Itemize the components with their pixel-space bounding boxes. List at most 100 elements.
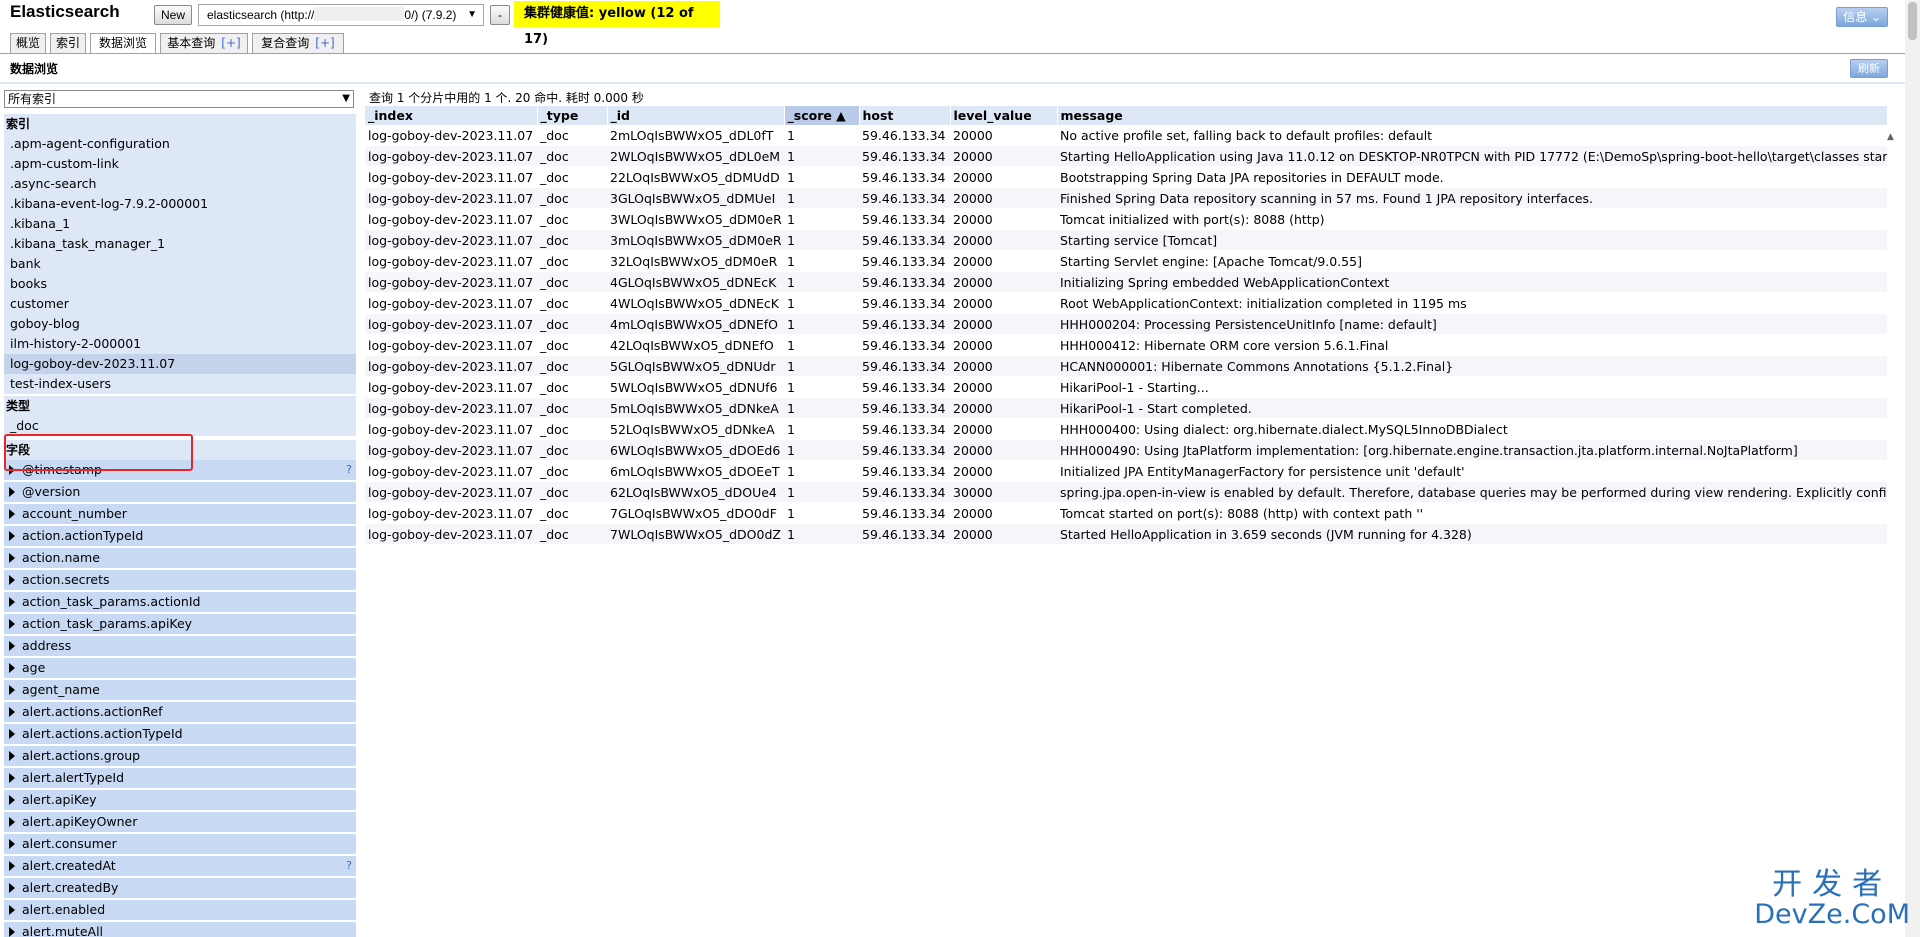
table-row[interactable]: log-goboy-dev-2023.11.07 _doc 6WLOqIsBWWxO… bbox=[365, 439, 1887, 461]
table-row[interactable]: log-goboy-dev-2023.11.07 _doc 4mLOqIsBWWxO… bbox=[365, 313, 1887, 335]
table-row[interactable]: log-goboy-dev-2023.11.07 _doc 5mLOqIsBWWxO… bbox=[365, 397, 1887, 419]
field-item[interactable]: action.secrets bbox=[4, 570, 356, 590]
expand-triangle-icon[interactable] bbox=[9, 641, 15, 651]
connection-select[interactable]: elasticsearch (http:// 0/) (7.9.2) ▼ bbox=[198, 4, 484, 26]
field-item[interactable]: alert.createdAt? bbox=[4, 856, 356, 876]
page-scrollbar[interactable] bbox=[1905, 0, 1920, 937]
expand-triangle-icon[interactable] bbox=[9, 619, 15, 629]
column-header-id[interactable]: _id bbox=[607, 106, 785, 125]
index-item[interactable]: .kibana_1 bbox=[4, 214, 356, 234]
field-item[interactable]: alert.muteAll bbox=[4, 922, 356, 937]
table-row[interactable]: log-goboy-dev-2023.11.07 _doc 42LOqIsBWWxO… bbox=[365, 334, 1887, 356]
expand-triangle-icon[interactable] bbox=[9, 487, 15, 497]
field-item[interactable]: alert.alertTypeId bbox=[4, 768, 356, 788]
field-item[interactable]: alert.apiKeyOwner bbox=[4, 812, 356, 832]
index-item[interactable]: goboy-blog bbox=[4, 314, 356, 334]
field-item[interactable]: alert.actions.actionRef bbox=[4, 702, 356, 722]
info-menu-button[interactable]: 信息 ⌄ bbox=[1836, 7, 1888, 27]
tab-compound-query[interactable]: 复合查询 [+] bbox=[252, 33, 344, 53]
field-item[interactable]: agent_name bbox=[4, 680, 356, 700]
new-connection-button[interactable]: New bbox=[154, 5, 192, 25]
table-row[interactable]: log-goboy-dev-2023.11.07 _doc 3mLOqIsBWWxO… bbox=[365, 229, 1887, 251]
field-item[interactable]: action.actionTypeId bbox=[4, 526, 356, 546]
index-item[interactable]: .kibana-event-log-7.9.2-000001 bbox=[4, 194, 356, 214]
table-row[interactable]: log-goboy-dev-2023.11.07 _doc 7WLOqIsBWWxO… bbox=[365, 523, 1887, 545]
field-item[interactable]: alert.consumer bbox=[4, 834, 356, 854]
column-header-level-value[interactable]: level_value bbox=[950, 106, 1058, 125]
expand-triangle-icon[interactable] bbox=[9, 663, 15, 673]
field-item[interactable]: alert.enabled bbox=[4, 900, 356, 920]
expand-triangle-icon[interactable] bbox=[9, 795, 15, 805]
table-row[interactable]: log-goboy-dev-2023.11.07 _doc 5GLOqIsBWWxO… bbox=[365, 355, 1887, 377]
expand-triangle-icon[interactable] bbox=[9, 685, 15, 695]
help-icon[interactable]: ? bbox=[346, 460, 352, 480]
table-scrollbar[interactable]: ▲ bbox=[1887, 128, 1899, 548]
expand-triangle-icon[interactable] bbox=[9, 509, 15, 519]
tab-indices[interactable]: 索引 bbox=[50, 33, 86, 53]
scrollbar-thumb[interactable] bbox=[1908, 2, 1917, 40]
index-item[interactable]: books bbox=[4, 274, 356, 294]
field-item[interactable]: age bbox=[4, 658, 356, 678]
expand-triangle-icon[interactable] bbox=[9, 597, 15, 607]
index-item[interactable]: ilm-history-2-000001 bbox=[4, 334, 356, 354]
table-row[interactable]: log-goboy-dev-2023.11.07 _doc 62LOqIsBWWxO… bbox=[365, 481, 1887, 503]
field-item[interactable]: action_task_params.actionId bbox=[4, 592, 356, 612]
table-row[interactable]: log-goboy-dev-2023.11.07 _doc 5WLOqIsBWWxO… bbox=[365, 376, 1887, 398]
expand-triangle-icon[interactable] bbox=[9, 773, 15, 783]
table-row[interactable]: log-goboy-dev-2023.11.07 _doc 4WLOqIsBWWxO… bbox=[365, 292, 1887, 314]
expand-triangle-icon[interactable] bbox=[9, 861, 15, 871]
field-item[interactable]: @version bbox=[4, 482, 356, 502]
index-item[interactable]: .apm-custom-link bbox=[4, 154, 356, 174]
table-row[interactable]: log-goboy-dev-2023.11.07 _doc 3WLOqIsBWWxO… bbox=[365, 208, 1887, 230]
expand-triangle-icon[interactable] bbox=[9, 839, 15, 849]
expand-triangle-icon[interactable] bbox=[9, 883, 15, 893]
type-item-doc[interactable]: _doc bbox=[4, 416, 356, 436]
tab-browser[interactable]: 数据浏览 bbox=[90, 33, 156, 54]
index-item[interactable]: .apm-agent-configuration bbox=[4, 134, 356, 154]
column-header-type[interactable]: _type bbox=[537, 106, 608, 125]
tab-overview[interactable]: 概览 bbox=[10, 33, 46, 53]
field-item[interactable]: account_number bbox=[4, 504, 356, 524]
expand-triangle-icon[interactable] bbox=[9, 553, 15, 563]
field-item[interactable]: alert.apiKey bbox=[4, 790, 356, 810]
expand-triangle-icon[interactable] bbox=[9, 751, 15, 761]
index-item[interactable]: bank bbox=[4, 254, 356, 274]
expand-triangle-icon[interactable] bbox=[9, 817, 15, 827]
field-item[interactable]: alert.actions.group bbox=[4, 746, 356, 766]
table-row[interactable]: log-goboy-dev-2023.11.07 _doc 7GLOqIsBWWxO… bbox=[365, 502, 1887, 524]
expand-triangle-icon[interactable] bbox=[9, 729, 15, 739]
field-item[interactable]: alert.createdBy bbox=[4, 878, 356, 898]
table-row[interactable]: log-goboy-dev-2023.11.07 _doc 2mLOqIsBWWxO… bbox=[365, 125, 1887, 146]
index-item[interactable]: .kibana_task_manager_1 bbox=[4, 234, 356, 254]
index-item[interactable]: .async-search bbox=[4, 174, 356, 194]
table-row[interactable]: log-goboy-dev-2023.11.07 _doc 52LOqIsBWWxO… bbox=[365, 418, 1887, 440]
column-header-host[interactable]: host bbox=[859, 106, 951, 125]
tab-basic-query[interactable]: 基本查询 [+] bbox=[160, 33, 248, 53]
disconnect-button[interactable]: - bbox=[490, 5, 510, 25]
table-row[interactable]: log-goboy-dev-2023.11.07 _doc 6mLOqIsBWWxO… bbox=[365, 460, 1887, 482]
expand-triangle-icon[interactable] bbox=[9, 531, 15, 541]
table-row[interactable]: log-goboy-dev-2023.11.07 _doc 2WLOqIsBWWxO… bbox=[365, 145, 1887, 167]
help-icon[interactable]: ? bbox=[346, 856, 352, 876]
column-header-score[interactable]: _score ▲ bbox=[784, 106, 860, 125]
expand-triangle-icon[interactable] bbox=[9, 927, 15, 937]
expand-triangle-icon[interactable] bbox=[9, 707, 15, 717]
field-item[interactable]: action_task_params.apiKey bbox=[4, 614, 356, 634]
column-header-index[interactable]: _index bbox=[365, 106, 538, 125]
table-row[interactable]: log-goboy-dev-2023.11.07 _doc 3GLOqIsBWWxO… bbox=[365, 187, 1887, 209]
scroll-up-icon[interactable]: ▲ bbox=[1887, 132, 1894, 142]
index-item[interactable]: log-goboy-dev-2023.11.07 bbox=[4, 354, 356, 374]
table-row[interactable]: log-goboy-dev-2023.11.07 _doc 22LOqIsBWWxO… bbox=[365, 166, 1887, 188]
field-item[interactable]: alert.actions.actionTypeId bbox=[4, 724, 356, 744]
table-row[interactable]: log-goboy-dev-2023.11.07 _doc 4GLOqIsBWWxO… bbox=[365, 271, 1887, 293]
table-row[interactable]: log-goboy-dev-2023.11.07 _doc 32LOqIsBWWxO… bbox=[365, 250, 1887, 272]
index-item[interactable]: test-index-users bbox=[4, 374, 356, 394]
refresh-button[interactable]: 刷新 bbox=[1850, 59, 1888, 78]
expand-triangle-icon[interactable] bbox=[9, 575, 15, 585]
expand-triangle-icon[interactable] bbox=[9, 905, 15, 915]
index-item[interactable]: customer bbox=[4, 294, 356, 314]
field-item[interactable]: address bbox=[4, 636, 356, 656]
column-header-message[interactable]: message bbox=[1057, 106, 1888, 125]
index-filter-select[interactable]: 所有索引 ▼ bbox=[4, 90, 354, 108]
field-item[interactable]: action.name bbox=[4, 548, 356, 568]
